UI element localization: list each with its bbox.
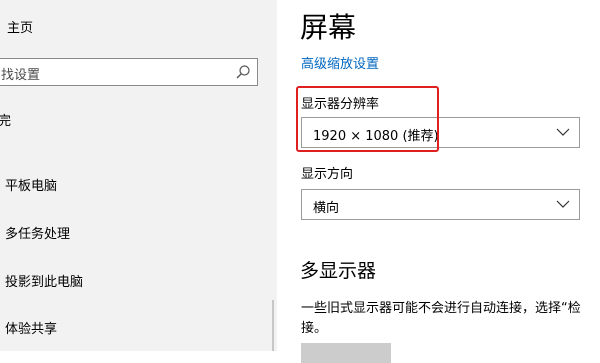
multi-display-heading: 多显示器 bbox=[300, 260, 377, 282]
multi-display-description: 一些旧式显示器可能不会进行自动连接，选择“检 接。 bbox=[301, 299, 600, 339]
sidebar-item-home[interactable]: 主页 bbox=[7, 17, 33, 36]
sidebar-scrollbar[interactable] bbox=[272, 300, 274, 351]
sidebar-section-fragment: 完 bbox=[0, 114, 12, 129]
orientation-label: 显示方向 bbox=[301, 167, 354, 182]
chevron-down-icon bbox=[556, 200, 570, 208]
sidebar-item-project-to-pc[interactable]: 投影到此电脑 bbox=[5, 271, 83, 290]
sidebar-item-shared-experiences[interactable]: 体验共享 bbox=[5, 318, 57, 337]
search-box[interactable]: 找设置 bbox=[0, 58, 258, 86]
detect-button[interactable] bbox=[301, 343, 391, 363]
orientation-value: 横向 bbox=[313, 201, 340, 216]
sidebar-item-multitasking[interactable]: 多任务处理 bbox=[5, 223, 70, 242]
annotation-highlight-box bbox=[296, 86, 439, 152]
page-title: 屏幕 bbox=[300, 11, 357, 44]
advanced-scaling-link[interactable]: 高级缩放设置 bbox=[301, 53, 379, 72]
search-icon[interactable] bbox=[235, 64, 251, 80]
settings-sidebar: 主页 找设置 完 平板电脑 多任务处理 投影到此电脑 体验共享 bbox=[0, 0, 277, 351]
description-line-2: 接。 bbox=[301, 321, 328, 336]
search-input[interactable]: 找设置 bbox=[1, 64, 40, 83]
sidebar-item-tablet[interactable]: 平板电脑 bbox=[5, 175, 57, 194]
orientation-dropdown[interactable]: 横向 bbox=[301, 189, 580, 220]
chevron-down-icon bbox=[556, 128, 570, 136]
description-line-1: 一些旧式显示器可能不会进行自动连接，选择“检 bbox=[301, 301, 581, 316]
